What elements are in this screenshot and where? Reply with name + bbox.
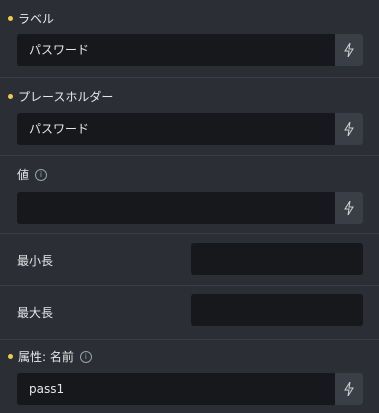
value-section: 値 i: [0, 156, 379, 234]
lightning-icon[interactable]: [335, 192, 363, 224]
value-input[interactable]: [17, 192, 363, 224]
placeholder-input-value: パスワード: [29, 122, 90, 136]
label-title: ラベル: [18, 12, 55, 26]
info-icon[interactable]: i: [35, 168, 48, 181]
value-title-row: 値 i: [17, 166, 48, 183]
name-attr-input-value: pass1: [29, 382, 65, 396]
modified-dot: [8, 94, 13, 99]
name-attr-title-row: 属性: 名前 i: [8, 348, 92, 365]
label-section: ラベル パスワード: [0, 0, 379, 78]
modified-dot: [8, 354, 13, 359]
maxlength-section: 最大長: [0, 286, 379, 340]
info-icon[interactable]: i: [79, 350, 92, 363]
lightning-icon[interactable]: [335, 373, 363, 405]
modified-dot: [8, 16, 13, 21]
label-title-row: ラベル: [8, 10, 54, 27]
name-attr-input[interactable]: pass1: [17, 373, 363, 405]
lightning-icon[interactable]: [335, 113, 363, 145]
placeholder-input[interactable]: パスワード: [17, 113, 363, 145]
maxlength-input[interactable]: [191, 294, 363, 326]
label-input-value: パスワード: [29, 43, 90, 57]
value-title: 値: [17, 168, 30, 182]
minlength-title: 最小長: [17, 254, 54, 268]
lightning-icon[interactable]: [335, 34, 363, 66]
label-input[interactable]: パスワード: [17, 34, 363, 66]
placeholder-title: プレースホルダー: [18, 90, 114, 104]
minlength-input[interactable]: [191, 243, 363, 275]
placeholder-section: プレースホルダー パスワード: [0, 78, 379, 156]
minlength-section: 最小長: [0, 234, 379, 286]
placeholder-title-row: プレースホルダー: [8, 88, 113, 105]
maxlength-title: 最大長: [17, 306, 54, 320]
name-attr-title: 属性: 名前: [18, 350, 74, 364]
name-attr-section: 属性: 名前 i pass1: [0, 340, 379, 413]
